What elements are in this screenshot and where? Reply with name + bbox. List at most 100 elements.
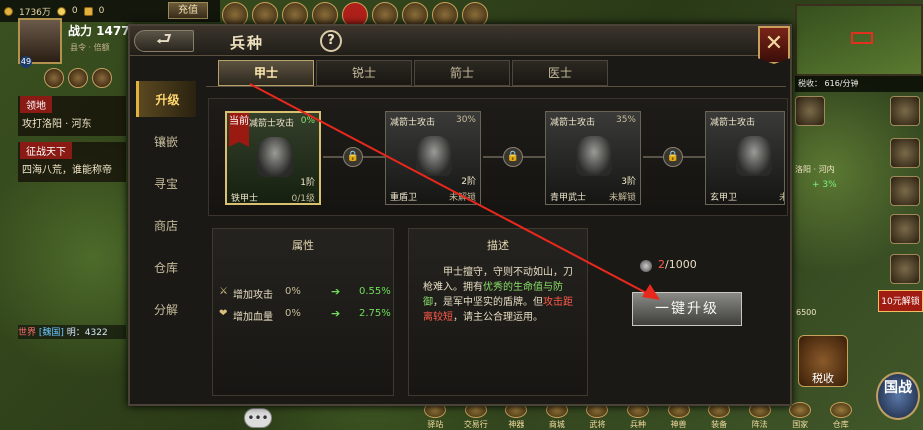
gold-amount: 0 — [71, 6, 78, 16]
combat-power: 战力 1477 — [68, 24, 130, 38]
back-button[interactable]: ⮐ — [134, 30, 194, 52]
tab-elite[interactable]: 锐士 — [316, 60, 412, 86]
minimap[interactable] — [795, 4, 923, 76]
close-button[interactable]: ✕ — [758, 26, 790, 64]
unit-buff: 减箭士攻击 — [390, 118, 436, 128]
attribute-heading: 属性 — [292, 239, 314, 252]
arrow-right-icon: ➔ — [331, 307, 341, 320]
unit-buff: 减箭士攻击 — [249, 119, 295, 129]
quest-panel[interactable]: 征战天下 四海八荒，谁能称帝 — [18, 142, 126, 182]
unit-buff-percent: 30% — [455, 115, 476, 125]
chat-bubble-icon[interactable]: ••• — [244, 408, 272, 428]
general-portrait-icon[interactable] — [890, 96, 920, 126]
sidenav-treasure[interactable]: 寻宝 — [136, 165, 196, 201]
chat-line[interactable]: 世界 [魏国] 明：4322 — [18, 325, 126, 339]
attribute-row: ⚔ 增加攻击 0% ➔ 0.55% — [219, 285, 391, 301]
tabs-divider — [206, 86, 786, 87]
description-text: 甲士擅守，守则不动如山，刀枪难入。拥有优秀的生命值与防御，是军中坚实的盾牌。但攻… — [423, 267, 573, 323]
tab-armored[interactable]: 甲士 — [218, 60, 314, 86]
unit-buff: 减箭士攻击 — [710, 118, 756, 128]
material-icon — [640, 260, 652, 272]
general-portrait-icon[interactable] — [890, 254, 920, 284]
quest-text: 四海八荒，谁能称帝 — [22, 165, 112, 176]
unit-status: 未 — [779, 190, 784, 203]
current-badge: 当前 — [229, 113, 249, 147]
unit-card[interactable]: 减箭士攻击 30% 2阶 重盾卫 未解锁 — [385, 111, 481, 205]
stock-amount: 6500 — [796, 308, 817, 317]
chat-realm: [魏国] — [38, 328, 64, 338]
attribute-label: 增加攻击 — [233, 290, 273, 301]
unit-name: 铁甲士 — [231, 194, 259, 204]
unit-name: 青甲武士 — [550, 193, 587, 203]
tab-medic[interactable]: 医士 — [512, 60, 608, 86]
quest-title: 领地 — [20, 96, 52, 113]
chat-channel: 世界 — [18, 328, 37, 338]
unit-portrait — [257, 137, 293, 177]
chain-connector — [483, 156, 503, 158]
sidenav-decompose[interactable]: 分解 — [136, 291, 196, 327]
sidenav-upgrade[interactable]: 升级 — [136, 81, 196, 117]
general-portrait-icon[interactable] — [890, 214, 920, 244]
dialog-title: 兵种 — [230, 34, 265, 52]
unit-card[interactable]: 减箭士攻击 35% 3阶 青甲武士 未解锁 — [545, 111, 641, 205]
side-icon[interactable] — [795, 96, 825, 126]
tax-rate: 税收： 616/分钟 — [795, 76, 923, 92]
national-war-button[interactable]: 国战 — [876, 372, 920, 420]
bonus-text: + 3% — [812, 180, 837, 190]
warehouse-icon — [829, 402, 852, 418]
promo-banner[interactable]: 10元解锁 — [878, 290, 923, 312]
lock-icon: 🔒 — [663, 147, 683, 167]
location-text: 洛阳 · 河内 — [795, 165, 835, 174]
player-info[interactable]: 49 战力 1477 县令 · 倍额 — [18, 18, 130, 88]
silver-icon — [4, 6, 13, 16]
nation-icon — [789, 402, 812, 418]
sidenav-warehouse[interactable]: 仓库 — [136, 249, 196, 285]
troops-dialog: ⮐ 兵种 ? ✕ 升级 镶嵌 寻宝 商店 仓库 分解 甲士 锐士 箭士 医士 当… — [128, 24, 792, 406]
attribute-next: 0.55% — [359, 286, 391, 297]
sidenav-inlay[interactable]: 镶嵌 — [136, 123, 196, 159]
silver-amount: 1736万 — [19, 7, 51, 18]
one-click-upgrade-button[interactable]: 一键升级 — [632, 292, 742, 326]
menu-item-warehouse[interactable]: 仓库 — [823, 400, 858, 430]
quest-panel[interactable]: 领地 攻打洛阳 · 河东 — [18, 96, 126, 136]
ingot-amount: 0 — [98, 6, 105, 16]
unit-buff-percent: 35% — [615, 115, 636, 125]
dialog-header: ⮐ 兵种 ? — [130, 26, 790, 56]
tab-archer[interactable]: 箭士 — [414, 60, 510, 86]
unit-portrait — [416, 136, 452, 176]
unit-portrait — [576, 136, 612, 176]
unit-status: 0/1级 — [291, 194, 316, 204]
collect-tax-button[interactable]: 税收 — [798, 335, 848, 387]
player-level: 49 — [20, 56, 32, 68]
help-button[interactable]: ? — [320, 30, 342, 52]
general-portrait-icon[interactable] — [890, 176, 920, 206]
attribute-next: 2.75% — [359, 308, 391, 319]
mini-portrait-icon[interactable] — [44, 68, 64, 88]
unit-status: 未解锁 — [608, 193, 636, 203]
sword-icon: ⚔ — [219, 286, 228, 297]
unit-name: 玄甲卫 — [710, 193, 738, 203]
unit-buff-percent: 0% — [300, 116, 315, 126]
unit-stage: 2阶 — [461, 177, 476, 187]
heart-icon: ❤ — [219, 308, 228, 319]
unit-name: 重盾卫 — [390, 193, 418, 203]
attribute-panel: 属性 ⚔ 增加攻击 0% ➔ 0.55% ❤ 增加血量 0% ➔ 2.75% — [212, 228, 394, 396]
lock-icon: 🔒 — [503, 147, 523, 167]
sidenav-shop[interactable]: 商店 — [136, 207, 196, 243]
general-portrait-icon[interactable] — [890, 138, 920, 168]
chain-connector — [323, 156, 343, 158]
gold-icon — [56, 6, 66, 16]
mini-portrait-icon[interactable] — [68, 68, 88, 88]
upgrade-cost: 2/1000 — [658, 258, 697, 271]
official-rank: 县令 · 倍额 — [70, 43, 110, 52]
unit-card[interactable]: 减箭士攻击 玄甲卫 未 — [705, 111, 785, 205]
quest-text: 攻打洛阳 · 河东 — [22, 119, 92, 130]
mini-portrait-icon[interactable] — [92, 68, 112, 88]
unit-evolution-chain: 当前 减箭士攻击 0% 1阶 铁甲士 0/1级 🔒 减箭士攻击 30% 2阶 重… — [208, 98, 788, 216]
unit-card[interactable]: 当前 减箭士攻击 0% 1阶 铁甲士 0/1级 — [225, 111, 321, 205]
description-heading: 描述 — [487, 239, 509, 252]
recharge-button[interactable]: 充值 — [168, 2, 208, 19]
attribute-current: 0% — [285, 308, 301, 319]
chain-connector — [683, 156, 705, 158]
chain-connector — [363, 156, 385, 158]
